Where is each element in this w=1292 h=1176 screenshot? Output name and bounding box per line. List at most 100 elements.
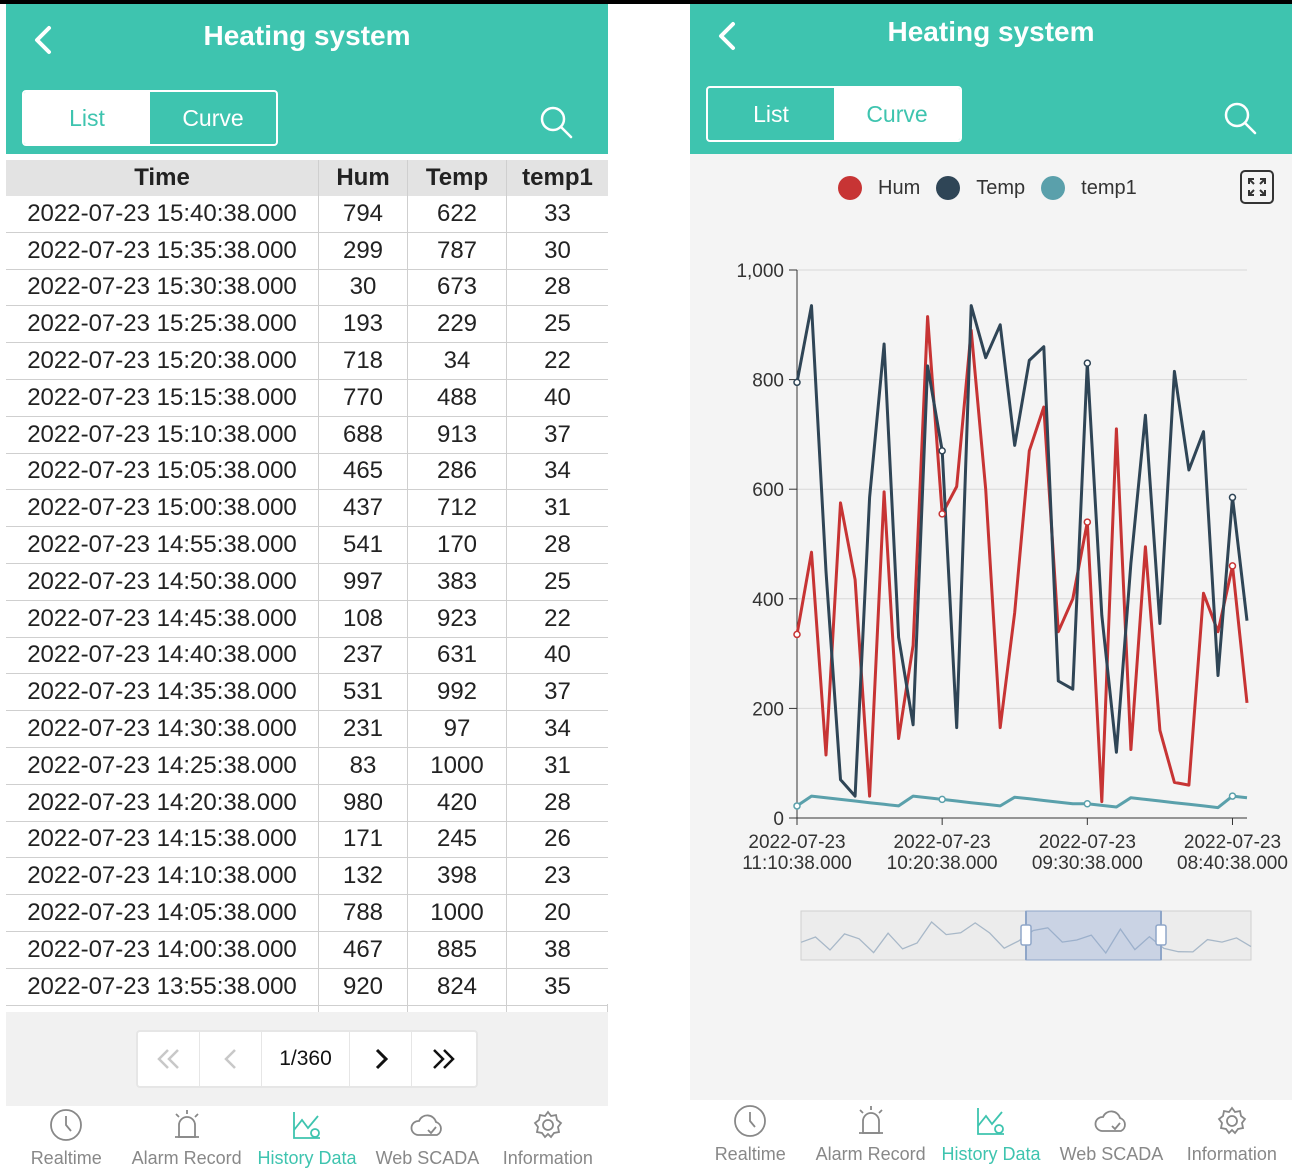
table-header-row: Time Hum Temp temp1 — [6, 160, 608, 196]
next-page-button[interactable] — [350, 1032, 412, 1086]
nav-item-realtime[interactable]: Realtime — [690, 1104, 810, 1176]
table-cell: 1000 — [408, 747, 507, 784]
y-tick-label: 200 — [752, 699, 784, 720]
table-cell: 531 — [319, 674, 408, 711]
table-row[interactable]: 2022-07-23 14:30:38.000 231 97 34 — [6, 711, 608, 748]
x-tick-label: 2022-07-23 — [1039, 832, 1136, 853]
prev-page-button[interactable] — [200, 1032, 262, 1086]
table-cell: 2022-07-23 14:15:38.000 — [6, 821, 319, 858]
table-cell: 245 — [408, 821, 507, 858]
table-row[interactable]: 2022-07-23 15:30:38.000 30 673 28 — [6, 269, 608, 307]
nav-label: Alarm Record — [815, 1144, 926, 1164]
tab-curve[interactable]: Curve — [150, 92, 276, 144]
table-cell: 286 — [408, 453, 507, 490]
table-cell: 2022-07-23 15:30:38.000 — [6, 269, 319, 306]
first-page-button[interactable] — [138, 1032, 200, 1086]
table-row[interactable]: 2022-07-23 14:45:38.000 108 923 22 — [6, 600, 608, 638]
table-row[interactable]: 2022-07-23 15:25:38.000 193 229 25 — [6, 306, 608, 344]
gear-icon — [1217, 1106, 1247, 1135]
zoom-window[interactable] — [1025, 910, 1162, 961]
table-cell: 992 — [408, 674, 507, 711]
table-cell: 467 — [319, 931, 408, 968]
table-cell: 2022-07-23 15:25:38.000 — [6, 306, 319, 343]
table-cell: 913 — [408, 416, 507, 453]
table-cell: 997 — [319, 563, 408, 600]
table-row[interactable]: 2022-07-23 14:25:38.000 83 1000 31 — [6, 747, 608, 785]
table-row[interactable]: 2022-07-23 15:20:38.000 718 34 22 — [6, 343, 608, 380]
table-row[interactable]: 2022-07-23 14:10:38.000 132 398 23 — [6, 858, 608, 896]
tab-list[interactable]: List — [24, 92, 150, 144]
last-page-icon — [433, 1049, 455, 1069]
zoom-handle[interactable] — [1155, 924, 1167, 946]
data-point-hum — [938, 510, 946, 518]
page-title: Heating system — [203, 20, 411, 51]
nav-item-information[interactable]: Information — [1172, 1104, 1292, 1176]
nav-item-web-scada[interactable]: Web SCADA — [367, 1108, 487, 1176]
table-row[interactable]: 2022-07-23 14:15:38.000 171 245 26 — [6, 821, 608, 859]
clock-icon — [50, 1109, 83, 1141]
table-row[interactable]: 2022-07-23 14:35:38.000 531 992 37 — [6, 674, 608, 712]
nav-item-alarm-record[interactable]: Alarm Record — [810, 1104, 930, 1176]
table-cell: 26 — [544, 825, 571, 853]
table-cell: 420 — [408, 784, 507, 821]
table-cell: 193 — [319, 306, 408, 343]
table-cell: 2022-07-23 14:10:38.000 — [6, 858, 319, 895]
clock-icon — [734, 1105, 767, 1137]
list-screen: Heating system List Curve Time Hum Temp tem… — [6, 4, 608, 1176]
table-row[interactable]: 2022-07-23 14:40:38.000 237 631 40 — [6, 637, 608, 675]
first-page-icon — [156, 1049, 179, 1069]
table-cell: 31 — [544, 494, 571, 522]
table-cell: 824 — [408, 968, 507, 1005]
table-cell: 2022-07-23 14:00:38.000 — [6, 931, 319, 968]
table-row[interactable]: 2022-07-23 15:00:38.000 437 712 31 — [6, 490, 608, 528]
history-line-chart[interactable]: 02004006008001,0002022-07-2311:10:38.000… — [690, 4, 1292, 984]
table-row[interactable]: 2022-07-23 15:40:38.000 794 622 33 — [6, 196, 608, 233]
nav-item-alarm-record[interactable]: Alarm Record — [126, 1108, 246, 1176]
table-cell: 437 — [319, 490, 408, 527]
table-row[interactable]: 2022-07-23 15:05:38.000 465 286 34 — [6, 453, 608, 491]
table-row[interactable]: 2022-07-23 14:00:38.000 467 885 38 — [6, 931, 608, 969]
search-icon[interactable] — [538, 104, 574, 140]
table-row[interactable]: 2022-07-23 14:20:38.000 980 420 28 — [6, 784, 608, 822]
table-cell: 631 — [408, 637, 507, 674]
table-cell: 231 — [319, 711, 408, 747]
table-cell: 40 — [544, 383, 571, 411]
table-cell: 2022-07-23 14:30:38.000 — [6, 711, 319, 747]
data-point-hum — [1228, 562, 1237, 570]
table-row[interactable]: 2022-07-23 13:55:38.000 920 824 35 — [6, 968, 608, 1006]
table-cell: 2022-07-23 13:55:38.000 — [6, 968, 319, 1005]
nav-item-information[interactable]: Information — [488, 1108, 608, 1176]
table-row[interactable]: 2022-07-23 14:05:38.000 788 1000 20 — [6, 895, 608, 932]
y-tick-label: 0 — [773, 809, 784, 830]
zoom-handle[interactable] — [1020, 924, 1032, 946]
nav-item-realtime[interactable]: Realtime — [6, 1108, 126, 1176]
table-cell: 920 — [319, 968, 408, 1005]
pager: 1/360 — [136, 1030, 478, 1088]
table-row[interactable]: 2022-07-23 15:15:38.000 770 488 40 — [6, 379, 608, 417]
table-cell: 229 — [408, 306, 507, 343]
table-cell: 28 — [544, 788, 571, 816]
table-row[interactable]: 2022-07-23 14:55:38.000 541 170 28 — [6, 527, 608, 564]
data-point-hum — [793, 630, 801, 639]
data-point-temp1 — [1083, 800, 1092, 808]
table-row[interactable]: 2022-07-23 15:35:38.000 299 787 30 — [6, 232, 608, 270]
table-cell: 30 — [319, 269, 408, 306]
table-row[interactable]: 2022-07-23 14:50:38.000 997 383 25 — [6, 563, 608, 601]
y-tick-label: 600 — [752, 480, 784, 501]
table-cell: 398 — [408, 858, 507, 895]
data-point-temp1 — [938, 795, 946, 804]
alarm-icon — [858, 1106, 883, 1134]
table-cell: 2022-07-23 14:35:38.000 — [6, 674, 319, 711]
y-tick-label: 1,000 — [736, 261, 784, 282]
nav-item-history-data[interactable]: History Data — [931, 1104, 1051, 1176]
nav-item-web-scada[interactable]: Web SCADA — [1051, 1104, 1171, 1176]
table-row[interactable]: 2022-07-23 15:10:38.000 688 913 37 — [6, 416, 608, 454]
table-cell: 2022-07-23 14:45:38.000 — [6, 600, 319, 637]
x-tick-label: 2022-07-23 — [1184, 832, 1281, 853]
table-cell: 31 — [544, 751, 571, 779]
table-cell: 23 — [544, 862, 571, 890]
nav-item-history-data[interactable]: History Data — [247, 1108, 367, 1176]
table-cell: 34 — [544, 715, 571, 743]
last-page-button[interactable] — [412, 1032, 474, 1086]
table-cell: 37 — [544, 678, 571, 706]
